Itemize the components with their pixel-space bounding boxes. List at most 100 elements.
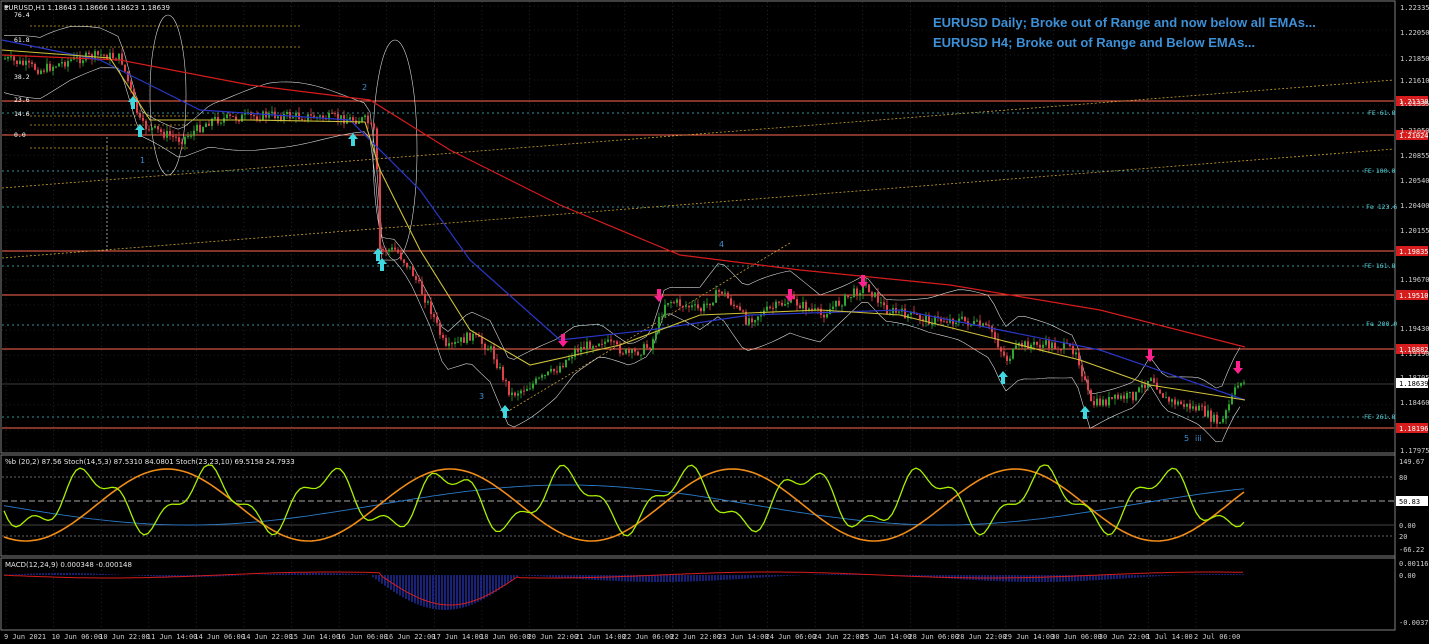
candle-body	[1240, 383, 1242, 386]
time-tick-label: 18 Jun 06:00	[480, 633, 531, 641]
time-tick-label: 21 Jun 14:00	[575, 633, 626, 641]
candle-body	[100, 54, 102, 56]
candle-body	[487, 349, 489, 351]
candle-body	[58, 63, 60, 67]
candle-body	[1138, 387, 1140, 392]
candle-body	[709, 303, 711, 306]
price-tick-label: 1.20400	[1400, 202, 1429, 210]
price-tick-label: 1.19190	[1400, 350, 1429, 358]
candle-body	[1099, 398, 1101, 406]
candle-body	[361, 117, 363, 122]
candle-body	[526, 388, 528, 391]
candle-body	[433, 314, 435, 318]
candle-body	[373, 123, 375, 129]
channel-line	[509, 242, 791, 411]
candle-body	[229, 114, 231, 116]
candle-body	[268, 112, 270, 118]
candle-body	[946, 321, 948, 323]
moving-averages	[1, 39, 1246, 401]
candle-body	[139, 112, 141, 118]
time-tick-label: 16 Jun 22:00	[385, 633, 436, 641]
candle-body	[781, 302, 783, 306]
main-price-panel[interactable]	[0, 0, 1396, 454]
candle-body	[10, 56, 12, 58]
candle-body	[613, 341, 615, 343]
candle-body	[616, 341, 618, 345]
candle-body	[694, 304, 696, 306]
price-tick-label: 1.21335	[1400, 100, 1429, 108]
candle-body	[844, 294, 846, 306]
price-tick-label: 1.20540	[1400, 177, 1429, 185]
candle-body	[283, 114, 285, 121]
candle-body	[1075, 352, 1077, 355]
current-price-label: 1.18639	[1399, 380, 1429, 388]
candle-body	[532, 383, 534, 389]
candle-body	[97, 51, 99, 55]
time-tick-label: 23 Jun 14:00	[718, 633, 769, 641]
stoch-level-80: 80	[1399, 474, 1407, 482]
candle-body	[28, 60, 30, 63]
candle-body	[205, 123, 207, 128]
candle-body	[607, 339, 609, 342]
candle-body	[976, 320, 978, 322]
candle-body	[688, 305, 690, 308]
candle-body	[952, 318, 954, 324]
candle-body	[1051, 342, 1053, 348]
candle-body	[1000, 347, 1002, 352]
time-tick-label: 30 Jun 06:00	[1051, 633, 1102, 641]
macd-panel[interactable]	[0, 557, 1396, 631]
price-tick-label: 1.22335	[1400, 4, 1429, 12]
stochastic-lines	[2, 464, 1394, 542]
candle-body	[556, 371, 558, 373]
candle-body	[664, 304, 666, 317]
candle-body	[838, 300, 840, 306]
candle-body	[640, 354, 642, 356]
candle-body	[70, 59, 72, 61]
candle-body	[874, 292, 876, 297]
candle-body	[160, 129, 162, 132]
candle-body	[514, 392, 516, 396]
macd-scale-max: 0.001169	[1399, 560, 1429, 568]
candle-body	[214, 117, 216, 119]
candle-body	[271, 111, 273, 113]
candle-body	[112, 52, 114, 59]
candle-body	[634, 349, 636, 352]
candle-body	[22, 60, 24, 65]
candle-body	[196, 124, 198, 131]
candle-body	[280, 116, 282, 121]
time-tick-label: 28 Jun 22:00	[956, 633, 1007, 641]
stoch-scale-min: -66.22	[1399, 546, 1424, 554]
upper-trend-line	[1, 79, 1395, 189]
candle-body	[1111, 397, 1113, 399]
price-tick-label: 1.19430	[1400, 325, 1429, 333]
wave-label-3: 3	[479, 392, 484, 401]
candle-body	[535, 378, 537, 384]
price-tick-label: 1.21610	[1400, 77, 1429, 85]
candle-body	[67, 61, 69, 67]
price-tick-label: 1.21050	[1400, 127, 1429, 135]
candle-body	[127, 71, 129, 82]
fib-label-76: 76.4	[14, 11, 30, 19]
candle-body	[628, 348, 630, 353]
candle-body	[1144, 384, 1146, 388]
candle-body	[994, 332, 996, 339]
trading-chart[interactable]: 1.213381.210241.198351.195101.188821.181…	[0, 0, 1429, 644]
candle-body	[430, 301, 432, 315]
candle-body	[172, 135, 174, 137]
buy-arrow-icon	[500, 405, 510, 418]
candle-body	[601, 343, 603, 345]
candle-body	[418, 280, 420, 282]
price-tick-label: 1.18460	[1400, 399, 1429, 407]
candle-body	[1177, 401, 1179, 405]
stochastic-panel[interactable]	[0, 454, 1396, 557]
candle-body	[598, 343, 600, 347]
candle-body	[712, 302, 714, 306]
candle-body	[1159, 389, 1161, 394]
candle-body	[502, 367, 504, 380]
candle-body	[103, 54, 105, 56]
candle-body	[529, 388, 531, 390]
candle-body	[1210, 410, 1212, 422]
time-tick-label: 30 Jun 22:00	[1099, 633, 1150, 641]
candle-body	[124, 64, 126, 72]
fib-label-23: 23.6	[14, 96, 30, 104]
